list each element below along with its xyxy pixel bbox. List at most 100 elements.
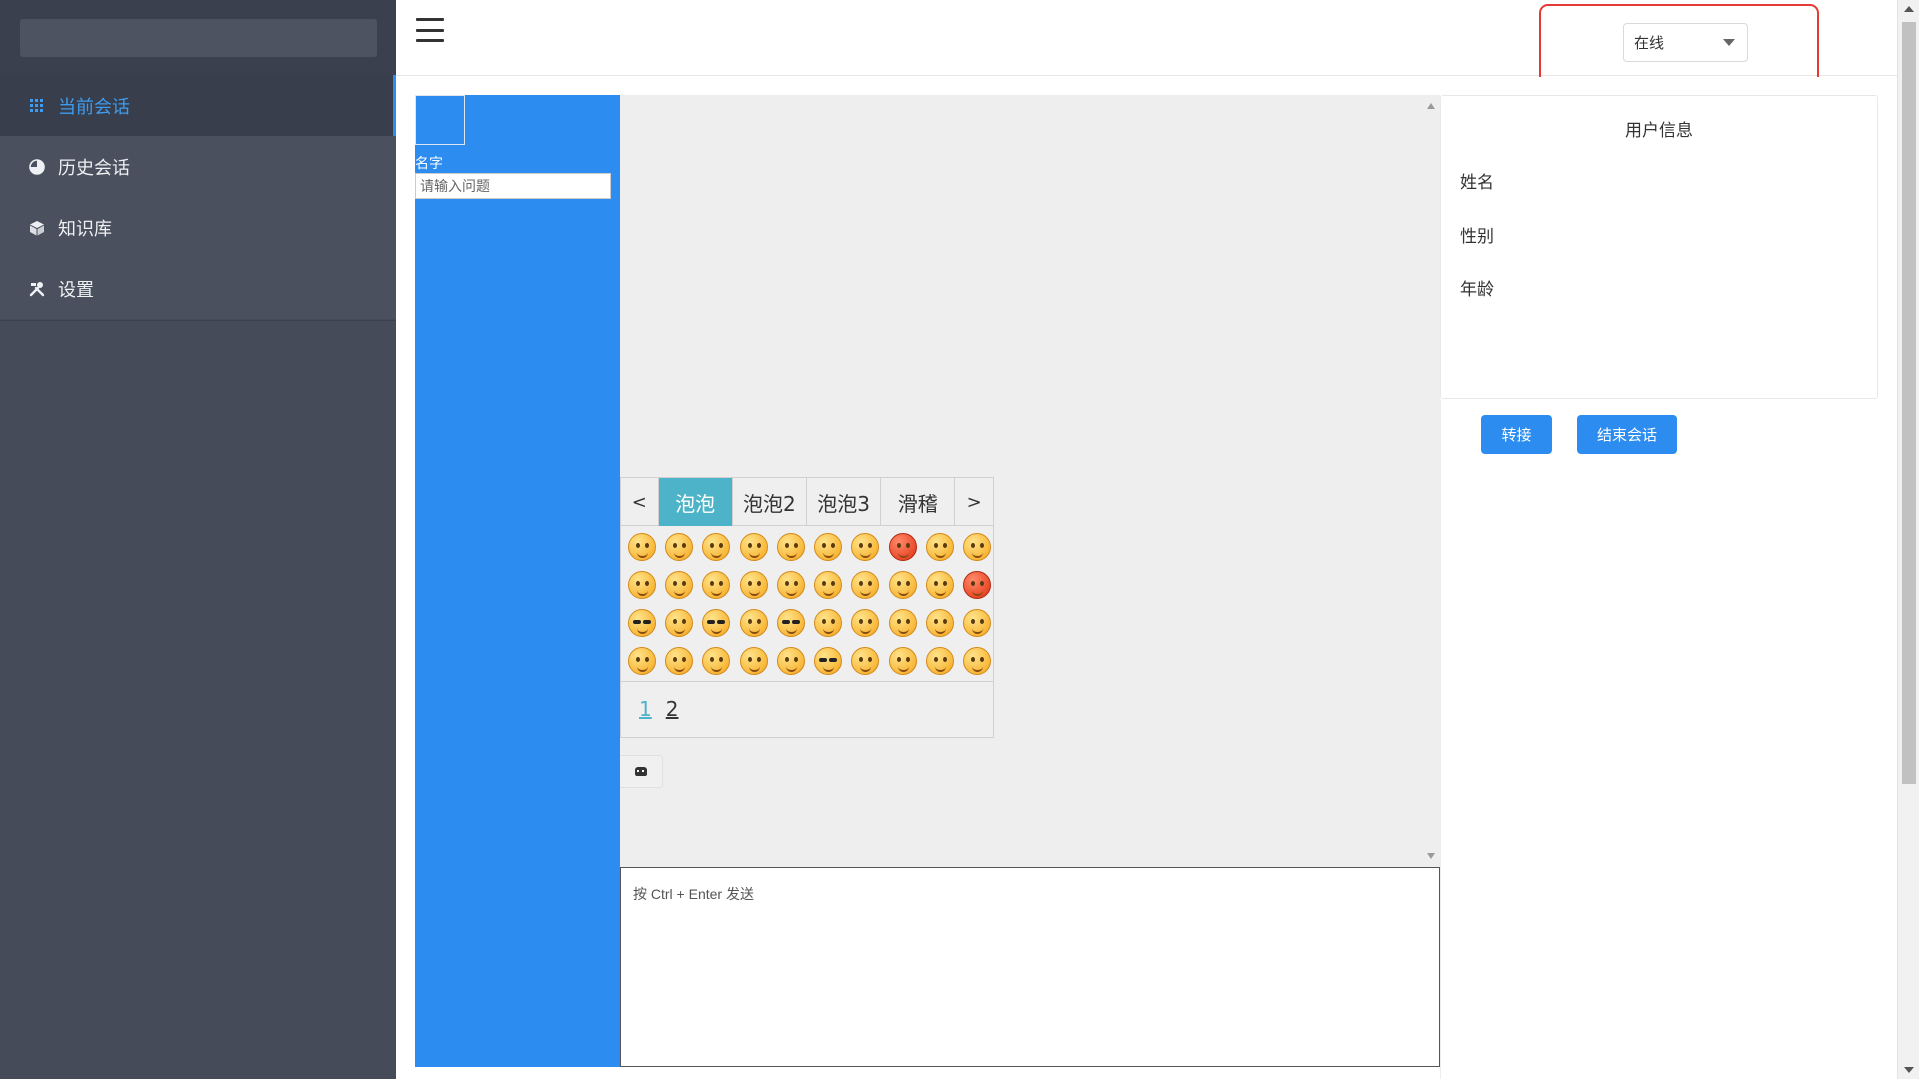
emoji-item[interactable] bbox=[772, 566, 809, 604]
emoji-face-icon bbox=[627, 571, 656, 599]
emoji-item[interactable] bbox=[623, 566, 660, 604]
emoji-item[interactable] bbox=[847, 642, 884, 680]
hamburger-icon[interactable] bbox=[416, 18, 444, 42]
emoji-tab-paopao[interactable]: 泡泡 bbox=[658, 478, 733, 526]
emoji-prev-button[interactable]: < bbox=[621, 478, 659, 526]
emoji-item[interactable] bbox=[809, 604, 846, 642]
emoji-item[interactable] bbox=[660, 604, 697, 642]
emoji-face-icon bbox=[776, 571, 805, 599]
emoji-face-icon bbox=[814, 647, 843, 675]
main-content: 名字 < 泡泡 泡泡2 泡泡3 滑稽 > 1 2 bbox=[396, 77, 1897, 1079]
chat-scrollbar[interactable] bbox=[1422, 95, 1440, 867]
emoji-item[interactable] bbox=[884, 566, 921, 604]
emoji-item[interactable] bbox=[921, 642, 958, 680]
emoji-item[interactable] bbox=[884, 642, 921, 680]
emoji-tab-huaji[interactable]: 滑稽 bbox=[881, 478, 956, 526]
emoji-item[interactable] bbox=[772, 604, 809, 642]
emoji-item[interactable] bbox=[847, 566, 884, 604]
emoji-item[interactable] bbox=[809, 566, 846, 604]
scroll-down-arrow-icon[interactable] bbox=[1427, 853, 1435, 859]
emoji-tab-paopao3[interactable]: 泡泡3 bbox=[807, 478, 882, 526]
page-scroll-up-icon[interactable] bbox=[1904, 6, 1914, 12]
end-session-button[interactable]: 结束会话 bbox=[1577, 415, 1677, 454]
emoji-item[interactable] bbox=[772, 642, 809, 680]
emoji-next-button[interactable]: > bbox=[955, 478, 993, 526]
emoji-face-icon bbox=[926, 571, 955, 599]
sidebar-item-current-sessions[interactable]: 当前会话 bbox=[0, 75, 396, 136]
emoji-item[interactable] bbox=[959, 528, 996, 566]
emoji-tab-paopao2[interactable]: 泡泡2 bbox=[733, 478, 807, 526]
emoji-item[interactable] bbox=[921, 528, 958, 566]
emoji-face-icon bbox=[851, 533, 880, 561]
emoji-item[interactable] bbox=[660, 566, 697, 604]
user-gender-label: 性别 bbox=[1460, 227, 1494, 247]
emoji-item[interactable] bbox=[884, 604, 921, 642]
user-age-label: 年龄 bbox=[1460, 280, 1494, 300]
scroll-up-arrow-icon[interactable] bbox=[1427, 103, 1435, 109]
avatar bbox=[415, 95, 465, 145]
emoji-item[interactable] bbox=[698, 528, 735, 566]
transfer-button[interactable]: 转接 bbox=[1481, 415, 1552, 454]
emoji-item[interactable] bbox=[959, 566, 996, 604]
emoji-face-icon bbox=[926, 533, 955, 561]
sidebar-item-history-sessions[interactable]: 历史会话 bbox=[0, 136, 396, 197]
customer-panel: 名字 bbox=[415, 95, 620, 1067]
emoji-face-icon bbox=[702, 571, 731, 599]
emoji-item[interactable] bbox=[735, 528, 772, 566]
emoji-face-icon bbox=[926, 647, 955, 675]
emoji-face-icon bbox=[851, 571, 880, 599]
emoji-item[interactable] bbox=[847, 604, 884, 642]
emoji-grid bbox=[621, 526, 993, 682]
emoji-item[interactable] bbox=[884, 528, 921, 566]
robot-button[interactable] bbox=[620, 755, 663, 788]
emoji-item[interactable] bbox=[809, 642, 846, 680]
emoji-face-icon bbox=[814, 533, 843, 561]
emoji-item[interactable] bbox=[921, 604, 958, 642]
emoji-item[interactable] bbox=[660, 642, 697, 680]
emoji-item[interactable] bbox=[921, 566, 958, 604]
emoji-item[interactable] bbox=[959, 642, 996, 680]
emoji-item[interactable] bbox=[623, 604, 660, 642]
emoji-face-icon bbox=[702, 533, 731, 561]
logo-placeholder bbox=[20, 19, 377, 57]
page-scroll-down-icon[interactable] bbox=[1904, 1067, 1914, 1073]
emoji-tabs: < 泡泡 泡泡2 泡泡3 滑稽 > bbox=[621, 478, 993, 526]
emoji-item[interactable] bbox=[735, 604, 772, 642]
emoji-item[interactable] bbox=[623, 528, 660, 566]
emoji-face-icon bbox=[664, 533, 693, 561]
emoji-face-icon bbox=[963, 533, 992, 561]
emoji-item[interactable] bbox=[698, 566, 735, 604]
emoji-face-icon bbox=[739, 533, 768, 561]
emoji-item[interactable] bbox=[847, 528, 884, 566]
emoji-item[interactable] bbox=[735, 566, 772, 604]
emoji-item[interactable] bbox=[698, 642, 735, 680]
emoji-item[interactable] bbox=[698, 604, 735, 642]
page-scrollbar[interactable] bbox=[1897, 0, 1919, 1079]
emoji-item[interactable] bbox=[735, 642, 772, 680]
emoji-picker: < 泡泡 泡泡2 泡泡3 滑稽 > 1 2 bbox=[620, 477, 994, 738]
emoji-face-icon bbox=[702, 647, 731, 675]
emoji-face-icon bbox=[888, 647, 917, 675]
question-input[interactable] bbox=[415, 173, 611, 199]
emoji-page-1[interactable]: 1 bbox=[639, 697, 652, 721]
sidebar-item-settings[interactable]: 设置 bbox=[0, 258, 396, 319]
sidebar-item-knowledge-base[interactable]: 知识库 bbox=[0, 197, 396, 258]
emoji-item[interactable] bbox=[772, 528, 809, 566]
page-scroll-thumb[interactable] bbox=[1902, 22, 1916, 784]
emoji-face-icon bbox=[739, 609, 768, 637]
grid-icon bbox=[28, 97, 46, 115]
emoji-page-2[interactable]: 2 bbox=[666, 697, 679, 721]
app: 当前会话 历史会话 知识库 设置 在线 名字 请输入问题 < 泡泡 泡泡2 泡泡… bbox=[0, 0, 1919, 1079]
message-input[interactable] bbox=[621, 868, 1439, 1066]
emoji-face-icon bbox=[851, 647, 880, 675]
tools-icon bbox=[28, 280, 46, 298]
emoji-item[interactable] bbox=[959, 604, 996, 642]
emoji-item[interactable] bbox=[623, 642, 660, 680]
status-select[interactable]: 在线 bbox=[1623, 23, 1748, 62]
emoji-face-icon bbox=[664, 609, 693, 637]
emoji-item[interactable] bbox=[660, 528, 697, 566]
emoji-item[interactable] bbox=[809, 528, 846, 566]
chat-messages-area[interactable]: < 泡泡 泡泡2 泡泡3 滑稽 > 1 2 bbox=[620, 95, 1440, 867]
emoji-face-icon bbox=[926, 609, 955, 637]
sidebar: 当前会话 历史会话 知识库 设置 bbox=[0, 0, 396, 1079]
